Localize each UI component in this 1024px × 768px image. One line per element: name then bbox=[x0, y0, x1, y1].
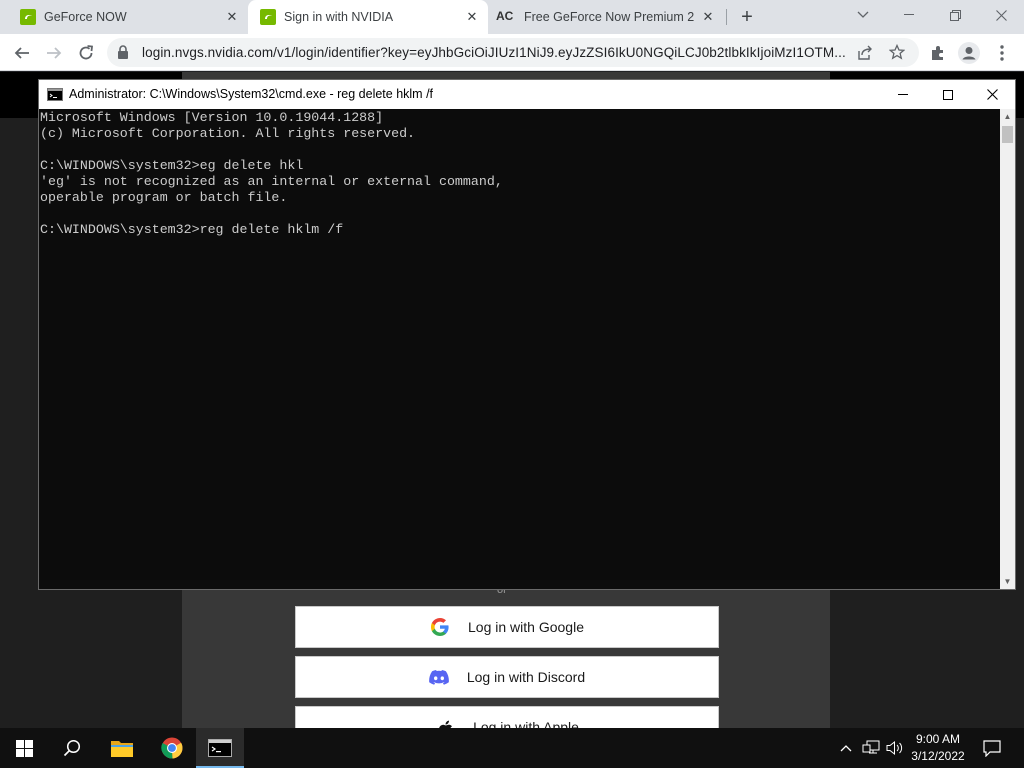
cmd-close-icon[interactable] bbox=[970, 80, 1015, 109]
share-icon[interactable] bbox=[857, 45, 873, 61]
tab-geforce-now[interactable]: GeForce NOW ✕ bbox=[0, 0, 248, 34]
windows-taskbar: 9:00 AM 3/12/2022 bbox=[0, 728, 1024, 768]
start-button[interactable] bbox=[0, 728, 48, 768]
browser-restore-icon[interactable] bbox=[932, 0, 978, 30]
login-google-label: Log in with Google bbox=[468, 619, 584, 635]
tab-title: Sign in with NVIDIA bbox=[284, 10, 394, 24]
tab-free-geforce-premium[interactable]: AC Free GeForce Now Premium 202 ✕ bbox=[488, 0, 724, 34]
clock-time: 9:00 AM bbox=[915, 732, 961, 746]
console-line: operable program or batch file. bbox=[40, 190, 288, 205]
show-hidden-icons-chevron-icon[interactable] bbox=[836, 728, 856, 768]
browser-menu-kebab-icon[interactable] bbox=[988, 39, 1016, 67]
console-line: 'eg' is not recognized as an internal or… bbox=[40, 174, 503, 189]
tab-separator bbox=[726, 9, 727, 25]
url-text[interactable]: login.nvgs.nvidia.com/v1/login/identifie… bbox=[142, 45, 847, 60]
nvidia-favicon bbox=[20, 9, 36, 25]
cmd-window-title: Administrator: C:\Windows\System32\cmd.e… bbox=[69, 87, 434, 101]
scroll-up-arrow-icon[interactable]: ▲ bbox=[1000, 109, 1015, 124]
google-icon bbox=[430, 617, 450, 637]
close-tab-icon[interactable]: ✕ bbox=[464, 9, 480, 25]
cmd-window[interactable]: Administrator: C:\Windows\System32\cmd.e… bbox=[38, 79, 1016, 590]
console-line: Microsoft Windows [Version 10.0.19044.12… bbox=[40, 110, 384, 125]
search-icon[interactable] bbox=[48, 728, 96, 768]
clock-date: 3/12/2022 bbox=[911, 749, 965, 763]
reload-icon[interactable] bbox=[72, 39, 100, 67]
extensions-puzzle-icon[interactable] bbox=[924, 39, 952, 67]
login-discord-button[interactable]: Log in with Discord bbox=[295, 656, 719, 698]
address-bar[interactable]: login.nvgs.nvidia.com/v1/login/identifie… bbox=[107, 38, 919, 67]
chrome-icon[interactable] bbox=[148, 728, 196, 768]
file-explorer-icon[interactable] bbox=[98, 728, 146, 768]
profile-avatar-icon[interactable] bbox=[955, 39, 983, 67]
volume-icon[interactable] bbox=[884, 728, 906, 768]
browser-close-icon[interactable] bbox=[978, 0, 1024, 30]
cmd-minimize-icon[interactable] bbox=[880, 80, 925, 109]
tab-search-chevron-icon[interactable] bbox=[840, 0, 886, 30]
new-tab-button[interactable]: + bbox=[736, 6, 758, 28]
login-google-button[interactable]: Log in with Google bbox=[295, 606, 719, 648]
close-tab-icon[interactable]: ✕ bbox=[224, 9, 240, 25]
discord-icon bbox=[428, 667, 449, 687]
browser-toolbar: login.nvgs.nvidia.com/v1/login/identifie… bbox=[0, 34, 1024, 71]
tab-title: GeForce NOW bbox=[44, 10, 127, 24]
close-tab-icon[interactable]: ✕ bbox=[700, 9, 716, 25]
tab-sign-in-nvidia[interactable]: Sign in with NVIDIA ✕ bbox=[248, 0, 488, 34]
back-arrow-icon[interactable] bbox=[8, 39, 36, 67]
console-line: C:\WINDOWS\system32>eg delete hkl bbox=[40, 158, 304, 173]
lock-icon[interactable] bbox=[117, 45, 129, 60]
forward-arrow-icon[interactable] bbox=[40, 39, 68, 67]
cmd-app-icon bbox=[47, 88, 63, 101]
cmd-scrollbar[interactable]: ▲ ▼ bbox=[1000, 109, 1015, 589]
login-discord-label: Log in with Discord bbox=[466, 669, 586, 685]
bookmark-star-icon[interactable] bbox=[889, 44, 905, 60]
scroll-thumb[interactable] bbox=[1002, 126, 1013, 143]
nvidia-favicon bbox=[260, 9, 276, 25]
network-icon[interactable] bbox=[860, 728, 882, 768]
windows-logo-icon bbox=[15, 739, 33, 757]
console-prompt-line[interactable]: C:\WINDOWS\system32>reg delete hklm /f bbox=[40, 222, 999, 238]
cmd-maximize-icon[interactable] bbox=[925, 80, 970, 109]
cmd-title-bar[interactable]: Administrator: C:\Windows\System32\cmd.e… bbox=[39, 80, 1015, 109]
notification-center-icon[interactable] bbox=[978, 728, 1006, 768]
cmd-icon[interactable] bbox=[196, 728, 244, 768]
cmd-console-output[interactable]: Microsoft Windows [Version 10.0.19044.12… bbox=[39, 109, 999, 589]
tab-title: Free GeForce Now Premium 202 bbox=[524, 10, 694, 24]
system-clock[interactable]: 9:00 AM 3/12/2022 bbox=[906, 731, 970, 765]
ac-favicon: AC bbox=[496, 9, 514, 23]
browser-tab-strip: GeForce NOW ✕ Sign in with NVIDIA ✕ AC F… bbox=[0, 0, 1024, 34]
browser-minimize-icon[interactable] bbox=[886, 0, 932, 30]
console-line: (c) Microsoft Corporation. All rights re… bbox=[40, 126, 416, 141]
scroll-down-arrow-icon[interactable]: ▼ bbox=[1000, 574, 1015, 589]
